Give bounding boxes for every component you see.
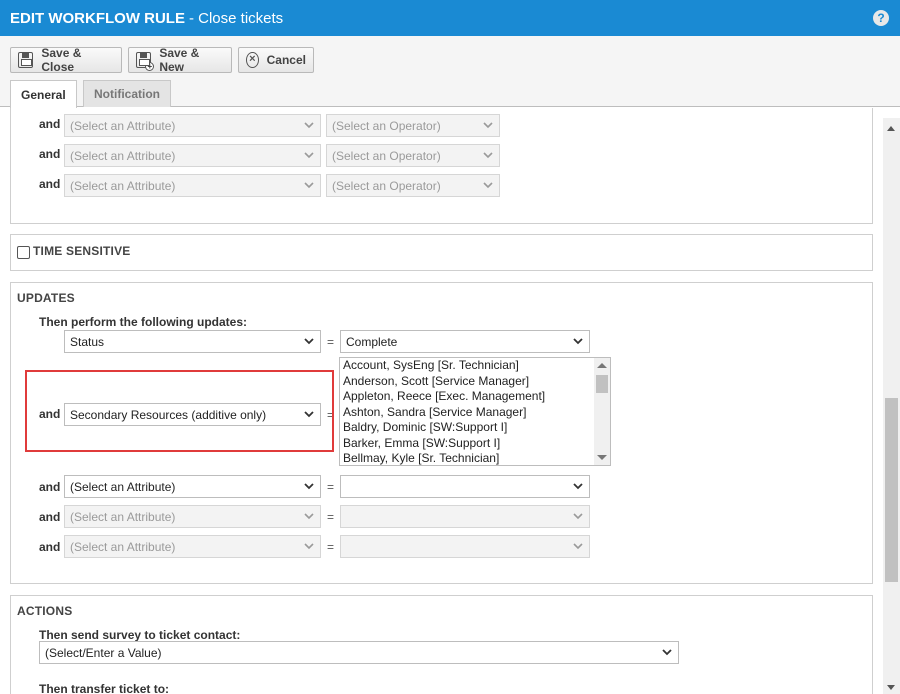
highlight-box xyxy=(25,370,334,452)
condition-operator-select: (Select an Operator) xyxy=(326,144,500,167)
update-attribute-select[interactable]: Status xyxy=(64,330,321,353)
scroll-thumb xyxy=(885,398,898,582)
condition-operator-select: (Select an Operator) xyxy=(326,114,500,137)
scroll-up-icon xyxy=(597,363,607,368)
update-and-label: and xyxy=(39,480,61,494)
list-item[interactable]: Account, SysEng [Sr. Technician] xyxy=(340,358,610,374)
equals-sign: = xyxy=(327,540,335,554)
title-bar: EDIT WORKFLOW RULE - Close tickets ? xyxy=(0,0,900,36)
chevron-down-icon xyxy=(482,149,494,161)
time-sensitive-label: TIME SENSITIVE xyxy=(33,244,131,258)
update-attribute-select: (Select an Attribute) xyxy=(64,535,321,558)
window-title: EDIT WORKFLOW RULE xyxy=(10,9,185,27)
updates-subhead: Then perform the following updates: xyxy=(39,315,247,329)
list-item[interactable]: Ashton, Sandra [Service Manager] xyxy=(340,405,610,421)
time-sensitive-checkbox[interactable] xyxy=(17,246,30,259)
chevron-down-icon xyxy=(572,335,584,347)
update-value-select[interactable] xyxy=(340,475,590,498)
updates-title: UPDATES xyxy=(17,291,75,305)
chevron-down-icon xyxy=(303,149,315,161)
equals-sign: = xyxy=(327,480,335,494)
chevron-down-icon xyxy=(303,480,315,492)
scroll-up-icon xyxy=(887,126,895,131)
equals-sign: = xyxy=(327,510,335,524)
list-item[interactable]: Bellmay, Kyle [Sr. Technician] xyxy=(340,451,610,465)
save-close-button[interactable]: Save & Close xyxy=(10,46,122,74)
save-icon xyxy=(18,52,34,68)
condition-operator-select: (Select an Operator) xyxy=(326,174,500,197)
save-new-button[interactable]: + Save & New xyxy=(128,46,232,74)
update-value-select xyxy=(340,505,590,528)
survey-select[interactable]: (Select/Enter a Value) xyxy=(39,641,679,664)
scroll-down-icon xyxy=(597,455,607,460)
chevron-down-icon xyxy=(303,540,315,552)
save-new-label: Save & New xyxy=(159,46,200,74)
chevron-down-icon xyxy=(303,335,315,347)
update-attribute-select[interactable]: (Select an Attribute) xyxy=(64,475,321,498)
form-content: and (Select an Attribute) (Select an Ope… xyxy=(0,108,883,694)
chevron-down-icon xyxy=(482,179,494,191)
condition-and-label: and xyxy=(39,117,61,131)
scroll-thumb xyxy=(596,375,608,393)
condition-and-label: and xyxy=(39,177,61,191)
tab-bar: General Notification xyxy=(0,76,900,108)
condition-attribute-select: (Select an Attribute) xyxy=(64,174,321,197)
update-and-label: and xyxy=(39,540,61,554)
listbox-scrollbar[interactable] xyxy=(594,358,610,465)
transfer-label: Then transfer ticket to: xyxy=(39,682,170,694)
list-item[interactable]: Anderson, Scott [Service Manager] xyxy=(340,374,610,390)
update-value-select[interactable]: Complete xyxy=(340,330,590,353)
actions-panel: ACTIONS Then send survey to ticket conta… xyxy=(10,595,873,694)
condition-attribute-select: (Select an Attribute) xyxy=(64,114,321,137)
update-attribute-select: (Select an Attribute) xyxy=(64,505,321,528)
conditions-panel: and (Select an Attribute) (Select an Ope… xyxy=(10,108,873,224)
tab-general[interactable]: General xyxy=(10,80,77,108)
list-item[interactable]: Baldry, Dominic [SW:Support I] xyxy=(340,420,610,436)
chevron-down-icon xyxy=(661,646,673,658)
chevron-down-icon xyxy=(482,119,494,131)
save-close-label: Save & Close xyxy=(41,46,82,74)
list-item[interactable]: Appleton, Reece [Exec. Management] xyxy=(340,389,610,405)
tab-notification[interactable]: Notification xyxy=(83,80,171,107)
cancel-label: Cancel xyxy=(266,53,306,67)
chevron-down-icon xyxy=(303,510,315,522)
survey-label: Then send survey to ticket contact: xyxy=(39,628,241,642)
condition-and-label: and xyxy=(39,147,61,161)
scroll-down-icon xyxy=(887,685,895,690)
page-scrollbar[interactable] xyxy=(883,118,900,694)
resources-listbox[interactable]: Account, SysEng [Sr. Technician] Anderso… xyxy=(339,357,611,466)
condition-attribute-select: (Select an Attribute) xyxy=(64,144,321,167)
list-item[interactable]: Barker, Emma [SW:Support I] xyxy=(340,436,610,452)
update-and-label: and xyxy=(39,510,61,524)
window-subtitle: - Close tickets xyxy=(188,9,284,27)
chevron-down-icon xyxy=(303,179,315,191)
equals-sign: = xyxy=(327,335,335,349)
chevron-down-icon xyxy=(572,540,584,552)
cancel-icon: × xyxy=(246,52,259,68)
update-value-select xyxy=(340,535,590,558)
toolbar: Save & Close + Save & New × Cancel xyxy=(0,36,900,76)
chevron-down-icon xyxy=(572,510,584,522)
chevron-down-icon xyxy=(572,480,584,492)
time-sensitive-panel: TIME SENSITIVE xyxy=(10,234,873,271)
save-new-icon: + xyxy=(136,52,155,71)
chevron-down-icon xyxy=(303,119,315,131)
help-icon[interactable]: ? xyxy=(873,10,889,26)
cancel-button[interactable]: × Cancel xyxy=(238,47,314,73)
actions-title: ACTIONS xyxy=(17,604,73,618)
